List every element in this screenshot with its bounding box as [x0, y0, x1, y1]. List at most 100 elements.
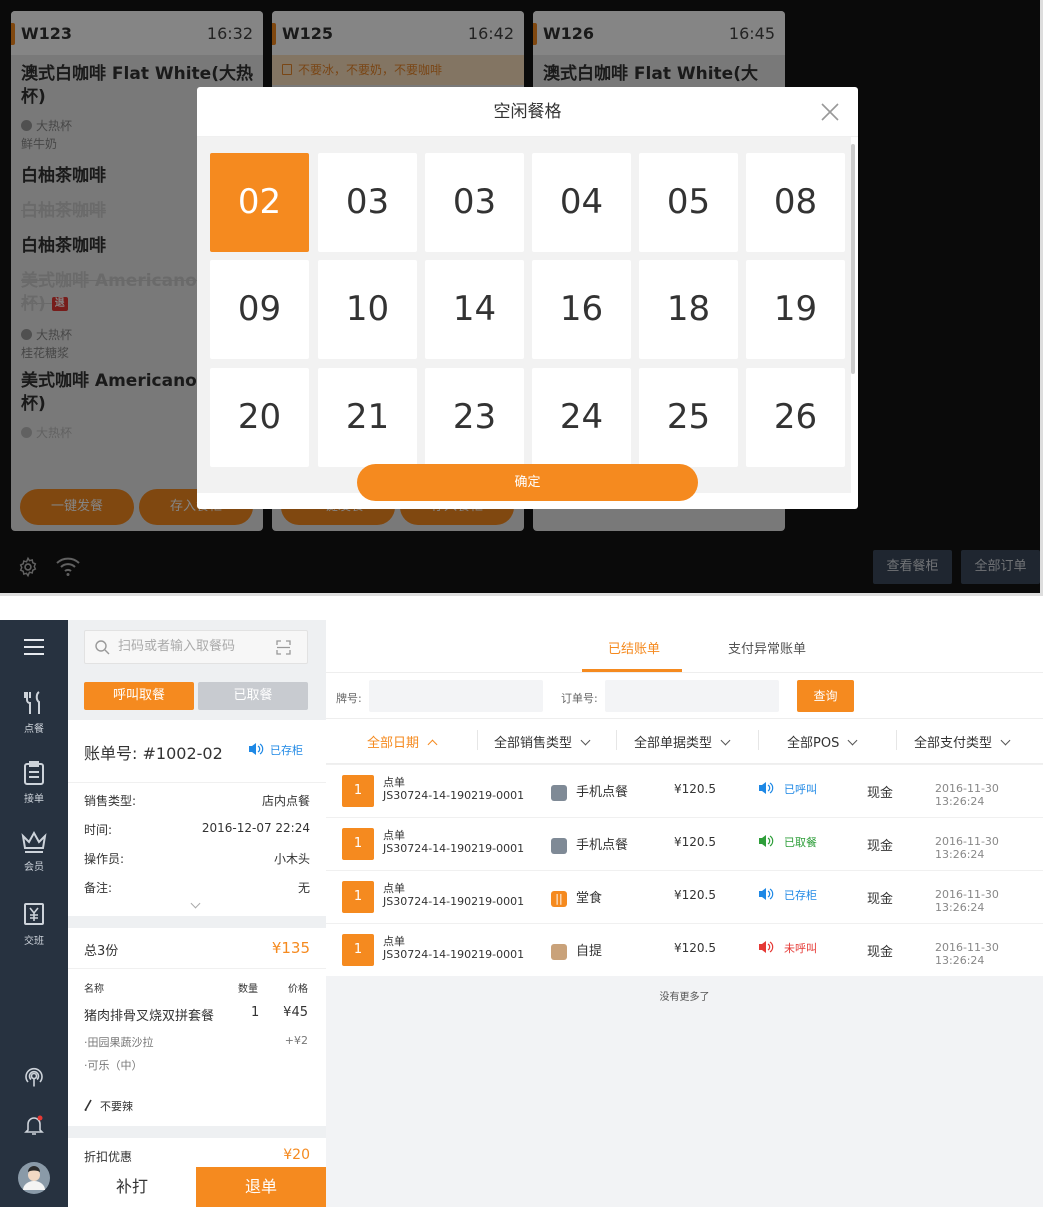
order-amount: ¥120.5 — [674, 835, 716, 849]
query-button[interactable]: 查询 — [797, 680, 854, 712]
divider — [326, 718, 1043, 719]
info-key: 时间: — [84, 823, 113, 837]
chevron-down-icon — [580, 735, 591, 746]
filter-sale-type[interactable]: 全部销售类型 — [494, 732, 591, 751]
order-list-panel: 已结账单 支付异常账单 牌号: 订单号: 查询 全部日期 全部销售类型 全部单据… — [326, 620, 1043, 1207]
order-num: 1 — [342, 881, 374, 913]
plate-input[interactable] — [369, 680, 543, 712]
info-key: 备注: — [84, 881, 113, 895]
info-value: 2016-12-07 22:24 — [201, 821, 310, 835]
chevron-down-icon — [1000, 735, 1011, 746]
slot-24[interactable]: 24 — [532, 368, 631, 467]
signal-icon[interactable] — [0, 1066, 68, 1092]
filter-label: 全部支付类型 — [914, 736, 993, 751]
order-no-input[interactable] — [605, 680, 779, 712]
search-icon — [95, 640, 110, 655]
slot-grid: 02 03 03 04 05 08 09 10 14 16 18 19 20 21 23 24 25 26 — [197, 137, 851, 493]
tab-settled[interactable]: 已结账单 — [608, 638, 660, 657]
filter-label: 全部单据类型 — [634, 736, 713, 751]
order-status: 已呼叫 — [758, 781, 817, 797]
side-nav: 点餐 接单 会员 交班 — [0, 620, 68, 1207]
slot-02[interactable]: 02 — [210, 153, 309, 252]
nav-item-accept[interactable]: 接单 — [0, 760, 68, 805]
clipboard-icon — [24, 761, 44, 785]
status-text: 已呼叫 — [784, 783, 817, 796]
plate-label: 牌号: — [336, 692, 362, 705]
channel-icon — [551, 837, 567, 854]
slot-05[interactable]: 05 — [639, 153, 738, 252]
filter-pos[interactable]: 全部POS — [787, 732, 858, 751]
slot-21[interactable]: 21 — [318, 368, 417, 467]
slot-20[interactable]: 20 — [210, 368, 309, 467]
slot-03[interactable]: 03 — [425, 153, 524, 252]
slot-04[interactable]: 04 — [532, 153, 631, 252]
search-placeholder: 扫码或者输入取餐码 — [118, 639, 236, 654]
nav-item-member[interactable]: 会员 — [0, 830, 68, 873]
refund-button[interactable]: 退单 — [196, 1167, 326, 1207]
filter-pay-type[interactable]: 全部支付类型 — [914, 732, 1011, 751]
tab-payment-error[interactable]: 支付异常账单 — [728, 638, 806, 657]
avatar[interactable] — [0, 1162, 68, 1198]
pencil-icon — [84, 1099, 92, 1112]
nav-item-order[interactable]: 点餐 — [0, 690, 68, 735]
speaker-icon — [759, 782, 774, 794]
order-pay: 现金 — [867, 839, 894, 854]
divider — [616, 730, 617, 750]
free-slot-dialog: 空闲餐格 02 03 03 04 05 08 09 10 14 16 18 19 20 21 23 24 25 2… — [197, 87, 858, 509]
table-row[interactable]: 1 点单 JS30724-14-190219-0001 手机点餐 ¥120.5 已呼叫 现金… — [326, 764, 1043, 816]
info-row: 时间: 2016-12-07 22:24 — [84, 821, 310, 838]
channel-text: 堂食 — [576, 891, 603, 906]
slot-14[interactable]: 14 — [425, 260, 524, 359]
speaker-icon — [759, 835, 774, 847]
slot-26[interactable]: 26 — [746, 368, 845, 467]
slot-10[interactable]: 10 — [318, 260, 417, 359]
crown-icon — [21, 830, 47, 853]
call-pickup-button[interactable]: 呼叫取餐 — [84, 682, 194, 710]
dialog-scrollbar[interactable] — [851, 144, 855, 374]
slot-09[interactable]: 09 — [210, 260, 309, 359]
divider — [758, 730, 759, 750]
table-row[interactable]: 1 点单 JS30724-14-190219-0001 自提 ¥120.5 未呼叫 现金 20… — [326, 923, 1043, 975]
status-text: 已存柜 — [784, 889, 817, 902]
confirm-button[interactable]: 确定 — [357, 464, 698, 501]
channel-icon: || — [551, 890, 567, 907]
slot-16[interactable]: 16 — [532, 260, 631, 359]
search-input[interactable]: 扫码或者输入取餐码 — [84, 630, 308, 664]
slot-18[interactable]: 18 — [639, 260, 738, 359]
order-channel: 手机点餐 — [551, 781, 628, 801]
order-no: JS30724-14-190219-0001 — [383, 842, 525, 855]
bill-info: 账单号: #1002-02 已存柜 销售类型: 店内点餐 时间: 2016-12-0… — [68, 720, 326, 916]
order-info: 点单 JS30724-14-190219-0001 — [383, 776, 524, 802]
table-row[interactable]: 1 点单 JS30724-14-190219-0001 手机点餐 ¥120.5 已取餐 现金… — [326, 817, 1043, 869]
slot-25[interactable]: 25 — [639, 368, 738, 467]
filter-label: 全部日期 — [367, 736, 420, 751]
item-sub-price: +¥2 — [284, 1034, 308, 1047]
item-name: 猪肉排骨叉烧双拼套餐 — [84, 1009, 215, 1024]
channel-text: 自提 — [576, 944, 603, 959]
filter-date[interactable]: 全部日期 — [367, 732, 438, 751]
menu-icon[interactable] — [0, 638, 68, 660]
divider — [477, 730, 478, 750]
table-row[interactable]: 1 点单 JS30724-14-190219-0001 || 堂食 ¥120.5 已存柜 现金… — [326, 870, 1043, 922]
order-info: 点单 JS30724-14-190219-0001 — [383, 935, 524, 961]
bell-icon[interactable] — [0, 1114, 68, 1140]
item-sub: ·田园果蔬沙拉 — [84, 1036, 154, 1049]
col-qty: 数量 — [238, 984, 258, 995]
slot-08[interactable]: 08 — [746, 153, 845, 252]
channel-icon — [551, 784, 567, 801]
order-time: 2016-11-30 13:26:24 — [935, 782, 999, 808]
slot-19[interactable]: 19 — [746, 260, 845, 359]
nav-item-shift[interactable]: 交班 — [0, 902, 68, 947]
slot-03[interactable]: 03 — [318, 153, 417, 252]
scan-icon — [276, 640, 291, 655]
divider — [896, 730, 897, 750]
reprint-button[interactable]: 补打 — [68, 1167, 196, 1207]
filter-doc-type[interactable]: 全部单据类型 — [634, 732, 731, 751]
order-status: 已取餐 — [758, 834, 817, 850]
close-icon[interactable] — [820, 102, 840, 122]
total-count: 总3份 — [84, 944, 119, 959]
chevron-down-icon[interactable] — [190, 898, 201, 909]
slot-23[interactable]: 23 — [425, 368, 524, 467]
order-time: 2016-11-30 13:26:24 — [935, 888, 999, 914]
picked-up-button[interactable]: 已取餐 — [198, 682, 308, 710]
